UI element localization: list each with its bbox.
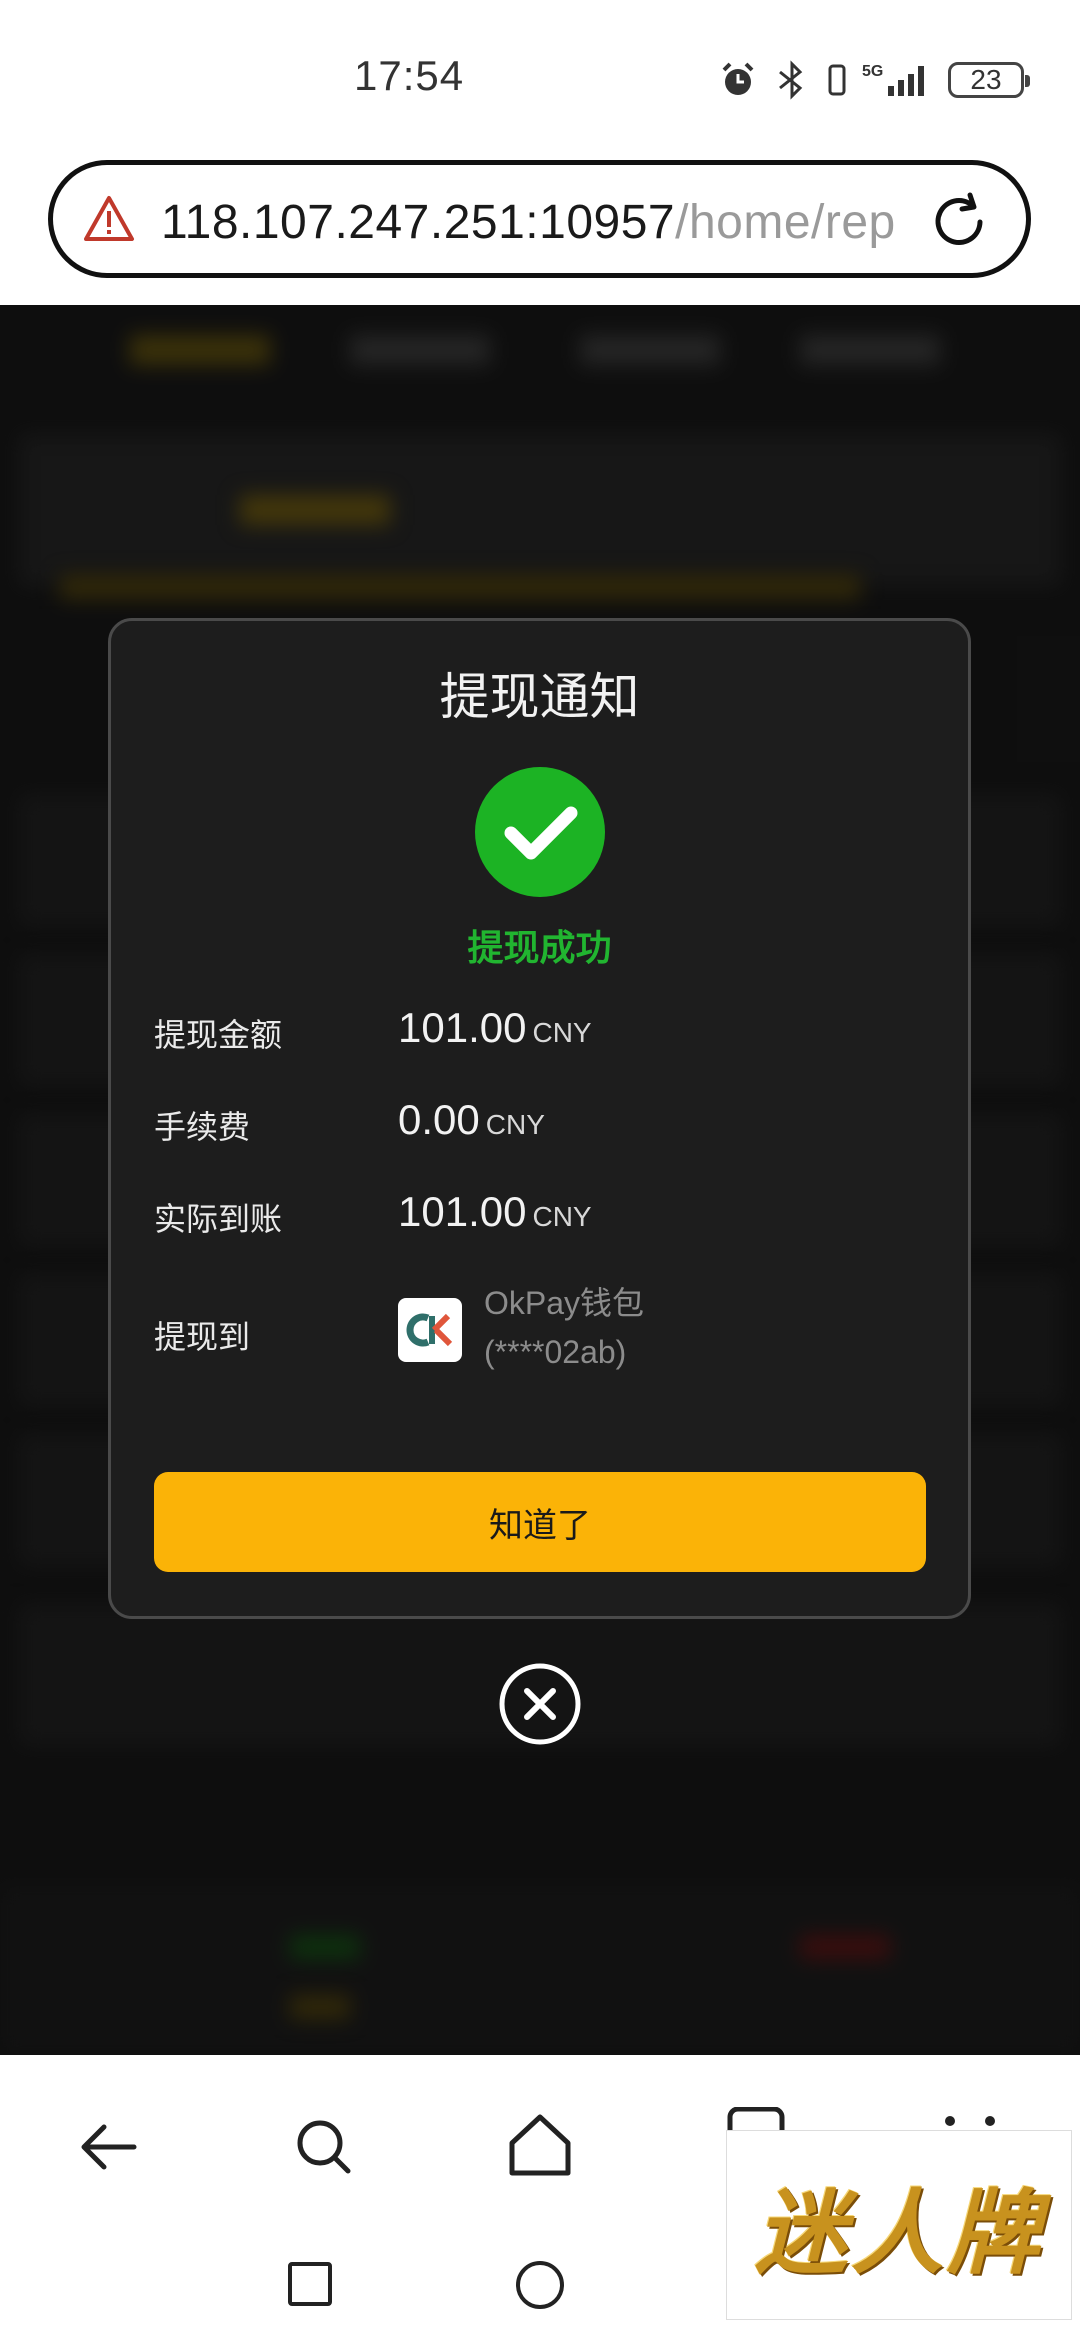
okpay-logo-icon (398, 1298, 462, 1362)
success-status: 提现成功 (467, 927, 612, 968)
home-icon[interactable] (506, 2111, 574, 2179)
recents-square-icon[interactable] (286, 2260, 334, 2308)
received-label: 实际到账 (154, 1201, 283, 1237)
wallet-account: (****02ab) (484, 1334, 627, 1370)
status-time: 17:54 (354, 52, 465, 99)
checkmark-icon (504, 806, 578, 860)
confirm-button[interactable]: 知道了 (154, 1472, 926, 1572)
watermark-logo: 迷人牌 (726, 2130, 1072, 2320)
address-bar[interactable]: 118.107.247.251:10957/home/rep (48, 160, 1031, 278)
status-icons: 5G 23 (718, 55, 1030, 105)
fee-label: 手续费 (154, 1109, 251, 1145)
url-path: /home/rep (675, 196, 896, 249)
vibrate-icon (828, 64, 846, 96)
alarm-icon (722, 62, 754, 95)
url-text[interactable]: 118.107.247.251:10957/home/rep (161, 195, 896, 250)
bluetooth-icon (779, 60, 803, 100)
status-bar: 17:54 5G 23 (0, 0, 1080, 150)
home-circle-icon[interactable] (514, 2259, 566, 2311)
url-host: 118.107.247.251:10957 (161, 196, 676, 249)
dialog-title: 提现通知 (439, 669, 640, 725)
amount-label: 提现金额 (154, 1017, 283, 1053)
back-arrow-icon[interactable] (76, 2115, 140, 2179)
amount-value: 101.00 CNY (398, 1004, 592, 1051)
fee-unit: CNY (485, 1109, 545, 1140)
fee-value: 0.00 CNY (398, 1096, 545, 1143)
search-icon[interactable] (292, 2115, 356, 2179)
destination-label: 提现到 (154, 1319, 251, 1355)
wallet-name: OkPay钱包 (484, 1285, 645, 1321)
battery-level: 23 (970, 64, 1002, 95)
signal-5g-icon: 5G (862, 63, 924, 96)
reload-icon[interactable] (928, 191, 990, 253)
amount-unit: CNY (532, 1017, 592, 1048)
battery-indicator: 23 (948, 62, 1030, 98)
watermark-text: 迷人牌 (754, 2182, 1043, 2285)
close-icon[interactable] (498, 1662, 582, 1746)
received-unit: CNY (532, 1201, 592, 1232)
warning-icon[interactable] (83, 193, 135, 245)
received-value: 101.00 CNY (398, 1188, 592, 1235)
success-icon (475, 767, 605, 897)
svg-text:5G: 5G (862, 63, 883, 80)
